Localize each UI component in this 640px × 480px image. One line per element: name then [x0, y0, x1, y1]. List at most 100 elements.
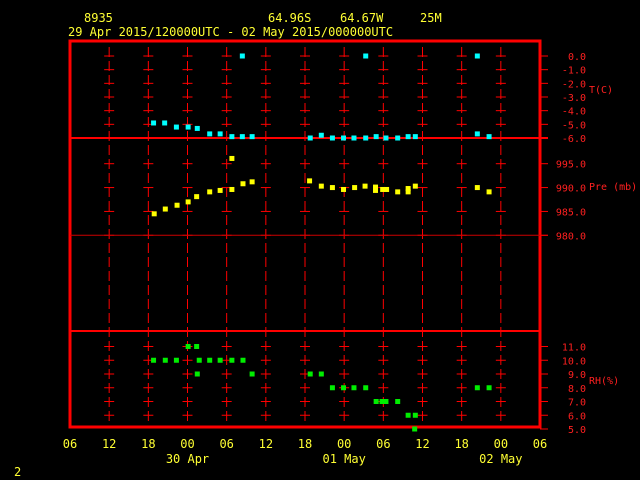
page-number: 2 [14, 465, 21, 479]
y-tick-label: -4.0 [562, 107, 586, 118]
rh-point [194, 344, 200, 349]
temperature-point [151, 120, 157, 126]
temperature-point [383, 135, 389, 141]
rh-point [240, 357, 246, 363]
y-tick-label: -5.0 [562, 120, 586, 131]
rh-point [162, 357, 168, 363]
pressure-point [474, 185, 480, 191]
x-tick-label: 06 [533, 437, 547, 451]
y-tick-label: 980.0 [556, 231, 586, 242]
y-tick-label: 5.0 [568, 425, 586, 436]
pressure-point [329, 185, 335, 191]
pressure-point [412, 183, 418, 189]
y-tick-label: -1.0 [562, 66, 586, 77]
y-tick-label: 6.0 [568, 411, 586, 422]
rh-point [395, 399, 401, 404]
y-tick-label: -6.0 [562, 134, 586, 145]
pressure-point [395, 189, 401, 195]
x-date-label: 02 May [479, 452, 522, 466]
pressure-point [217, 187, 223, 193]
temperature-point [239, 53, 245, 59]
temperature-point [329, 135, 335, 141]
longitude: 64.67W [340, 11, 384, 25]
pressure-point [486, 189, 492, 195]
temperature-point [194, 125, 200, 131]
pressure-point [207, 189, 213, 195]
pressure-point [373, 187, 378, 193]
rh-point [229, 357, 235, 363]
rh-point [412, 412, 418, 418]
rh-point [207, 357, 213, 363]
pressure-point [307, 178, 313, 184]
temperature-point [162, 120, 168, 126]
y-axis-label: T(C) [589, 85, 613, 96]
x-tick-label: 06 [376, 437, 390, 451]
x-date-label: 01 May [322, 452, 365, 466]
pressure-point [162, 206, 168, 212]
x-tick-label: 12 [415, 437, 429, 451]
pressure-point [229, 186, 235, 192]
pressure-point [318, 183, 324, 189]
x-tick-label: 18 [454, 437, 468, 451]
y-tick-label: 985.0 [556, 207, 586, 218]
x-tick-label: 06 [219, 437, 233, 451]
temperature-point [405, 134, 411, 140]
pressure-point [229, 155, 235, 161]
y-tick-label: 995.0 [556, 160, 586, 171]
y-tick-label: -2.0 [562, 79, 586, 90]
x-tick-label: 12 [259, 437, 273, 451]
temperature-point [474, 131, 480, 137]
rh-point [173, 357, 179, 363]
temperature-point [474, 53, 480, 59]
x-tick-label: 18 [298, 437, 312, 451]
pressure-point [151, 211, 157, 217]
temperature-point [185, 124, 191, 130]
pressure-point [194, 194, 200, 200]
rh-point [318, 371, 324, 377]
pressure-point [249, 179, 255, 185]
temperature-point [249, 134, 255, 140]
temperature-point [395, 135, 401, 141]
temperature-point [217, 131, 223, 137]
pressure-point [352, 185, 358, 191]
pressure-point [185, 199, 191, 205]
rh-point [383, 399, 389, 404]
elevation: 25M [420, 11, 442, 25]
rh-point [486, 385, 492, 391]
rh-point [373, 399, 379, 404]
x-tick-label: 12 [102, 437, 116, 451]
pressure-point [174, 202, 180, 208]
temperature-point [363, 53, 369, 59]
period-title: 29 Apr 2015/120000UTC - 02 May 2015/0000… [68, 25, 393, 39]
x-tick-label: 00 [494, 437, 508, 451]
pressure-point [405, 186, 411, 192]
y-tick-label: 7.0 [568, 398, 586, 409]
temperature-point [373, 134, 379, 140]
rh-point [307, 371, 313, 377]
temperature-point [318, 132, 324, 138]
y-tick-label: 11.0 [562, 343, 586, 354]
meteogram: 8935 64.96S 64.67W 25M 29 Apr 2015/12000… [0, 0, 640, 480]
temperature-point [363, 135, 369, 141]
x-tick-label: 18 [141, 437, 155, 451]
temperature-point [341, 135, 347, 141]
x-date-label: 30 Apr [166, 452, 209, 466]
rh-point [412, 426, 418, 432]
rh-point [249, 371, 255, 377]
y-tick-label: 0.0 [568, 52, 586, 63]
temperature-point [229, 134, 235, 140]
pressure-point [341, 186, 347, 192]
rh-point [405, 412, 411, 418]
y-tick-label: -3.0 [562, 93, 586, 104]
rh-point [351, 385, 357, 391]
temperature-point [307, 135, 313, 141]
y-tick-label: 9.0 [568, 370, 586, 381]
y-axis-label: RH(%) [589, 376, 619, 387]
temperature-point [486, 134, 492, 140]
y-tick-label: 10.0 [562, 356, 586, 367]
y-axis-label: Pre (mb) [589, 182, 637, 193]
rh-point [151, 357, 157, 363]
x-tick-label: 00 [337, 437, 351, 451]
latitude: 64.96S [268, 11, 311, 25]
pressure-point [362, 183, 368, 189]
